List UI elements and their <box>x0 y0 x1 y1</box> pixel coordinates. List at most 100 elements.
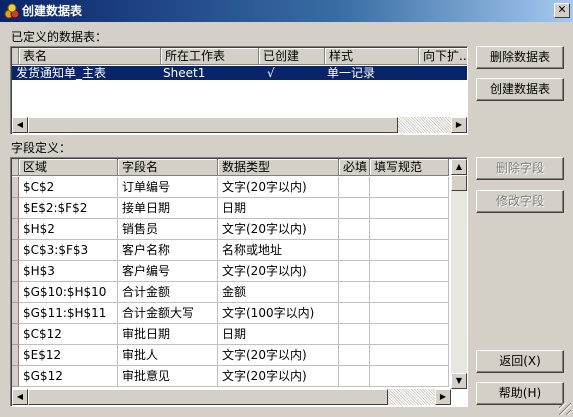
table-cell[interactable]: 金额 <box>218 282 339 303</box>
table-cell[interactable]: 审批人 <box>118 345 218 366</box>
column-header[interactable]: 样式 <box>325 48 419 65</box>
row-indicator[interactable] <box>12 324 19 345</box>
table-cell[interactable]: 文字(20字以内) <box>218 261 339 282</box>
table-cell[interactable]: $C$12 <box>19 324 118 345</box>
scroll-down-icon[interactable]: ▼ <box>451 373 467 389</box>
table-cell[interactable]: 合计金额 <box>118 282 218 303</box>
scroll-right-icon[interactable]: ▶ <box>451 117 467 133</box>
scroll-thumb[interactable] <box>28 389 388 405</box>
table-cell[interactable] <box>370 198 449 219</box>
row-indicator[interactable] <box>12 219 19 240</box>
row-indicator[interactable] <box>12 366 19 387</box>
close-button[interactable]: ✕ <box>554 3 570 18</box>
scroll-right-icon[interactable]: ▶ <box>435 389 451 405</box>
defined-tables-label: 已定义的数据表： <box>11 30 108 44</box>
table-cell[interactable] <box>370 324 449 345</box>
table-cell[interactable]: 日期 <box>218 324 339 345</box>
scroll-thumb[interactable] <box>451 175 467 191</box>
horizontal-scrollbar[interactable]: ◀ ▶ <box>12 117 467 133</box>
table-cell[interactable]: 合计金额大写 <box>118 303 218 324</box>
horizontal-scrollbar[interactable]: ◀ ▶ <box>12 389 451 405</box>
column-header[interactable]: 必填 <box>339 159 370 176</box>
table-cell[interactable]: 文字(100字以内) <box>218 303 339 324</box>
table-cell[interactable] <box>370 282 449 303</box>
fields-label: 字段定义： <box>11 141 72 155</box>
row-indicator[interactable] <box>12 282 19 303</box>
column-header[interactable]: 区域 <box>19 159 118 176</box>
help-button[interactable]: 帮助(H) <box>476 382 564 405</box>
column-header[interactable]: 数据类型 <box>218 159 339 176</box>
table-cell[interactable]: 文字(20字以内) <box>218 345 339 366</box>
table-cell[interactable] <box>339 345 370 366</box>
table-cell[interactable]: $G$12 <box>19 366 118 387</box>
table-cell[interactable] <box>370 177 449 198</box>
row-indicator[interactable] <box>12 240 19 261</box>
table-cell[interactable]: $C$2 <box>19 177 118 198</box>
table-cell[interactable]: 文字(20字以内) <box>218 219 339 240</box>
table-cell[interactable]: $G$10:$H$10 <box>19 282 118 303</box>
table-cell[interactable] <box>370 240 449 261</box>
table-cell[interactable]: 客户编号 <box>118 261 218 282</box>
table-cell[interactable] <box>339 177 370 198</box>
table-cell[interactable] <box>370 303 449 324</box>
row-indicator[interactable] <box>12 303 19 324</box>
row-indicator[interactable] <box>12 345 19 366</box>
table-cell[interactable] <box>339 324 370 345</box>
vertical-scrollbar[interactable]: ▲ ▼ <box>451 159 467 389</box>
modify-field-button[interactable]: 修改字段 <box>476 190 564 213</box>
scroll-thumb[interactable] <box>28 117 398 133</box>
table-cell[interactable]: $G$11:$H$11 <box>19 303 118 324</box>
app-icon <box>4 3 20 19</box>
column-header[interactable]: 已创建 <box>259 48 325 65</box>
table-cell[interactable]: 文字(20字以内) <box>218 366 339 387</box>
row-indicator[interactable] <box>12 198 19 219</box>
table-cell[interactable]: 接单日期 <box>118 198 218 219</box>
create-table-button[interactable]: 创建数据表 <box>476 78 564 101</box>
column-header[interactable]: 填写规范 <box>370 159 449 176</box>
column-header[interactable]: 向下扩... <box>419 48 467 65</box>
title-bar: 创建数据表 ✕ <box>0 0 573 22</box>
table-cell[interactable] <box>339 303 370 324</box>
table-cell[interactable]: 名称或地址 <box>218 240 339 261</box>
table-cell[interactable]: 审批意见 <box>118 366 218 387</box>
scroll-up-icon[interactable]: ▲ <box>451 159 467 175</box>
table-cell[interactable]: 客户名称 <box>118 240 218 261</box>
table-cell[interactable] <box>370 219 449 240</box>
table-cell[interactable]: $C$3:$F$3 <box>19 240 118 261</box>
column-header[interactable]: 表名 <box>19 48 161 65</box>
table-cell[interactable] <box>370 345 449 366</box>
table-cell[interactable]: 审批日期 <box>118 324 218 345</box>
resize-grip-icon[interactable] <box>559 403 571 415</box>
table-cell[interactable] <box>339 240 370 261</box>
table-cell[interactable]: 销售员 <box>118 219 218 240</box>
table-cell[interactable] <box>339 282 370 303</box>
table-cell[interactable] <box>370 261 449 282</box>
fields-grid[interactable]: 区域 字段名 数据类型 必填 填写规范 $C$2 订单编号 文字(20字以内) $E$… <box>10 157 468 407</box>
delete-table-button[interactable]: 删除数据表 <box>476 46 564 69</box>
table-cell[interactable]: $H$2 <box>19 219 118 240</box>
back-button[interactable]: 返回(X) <box>476 350 564 373</box>
table-cell[interactable]: $E$12 <box>19 345 118 366</box>
table-cell[interactable]: $H$3 <box>19 261 118 282</box>
row-indicator[interactable] <box>12 261 19 282</box>
table-cell[interactable] <box>339 198 370 219</box>
column-header[interactable]: 所在工作表 <box>161 48 259 65</box>
scroll-left-icon[interactable]: ◀ <box>12 117 28 133</box>
table-cell[interactable]: $E$2:$F$2 <box>19 198 118 219</box>
row-indicator-header <box>12 48 19 65</box>
table-cell: 发货通知单_主表 <box>16 66 107 80</box>
row-indicator[interactable] <box>12 177 19 198</box>
table-cell[interactable] <box>370 366 449 387</box>
table-cell[interactable]: 订单编号 <box>118 177 218 198</box>
row-indicator-header <box>12 159 19 176</box>
column-header[interactable]: 字段名 <box>118 159 218 176</box>
scroll-left-icon[interactable]: ◀ <box>12 389 28 405</box>
table-cell[interactable]: 日期 <box>218 198 339 219</box>
delete-field-button[interactable]: 删除字段 <box>476 157 564 180</box>
table-cell[interactable] <box>339 366 370 387</box>
table-cell[interactable] <box>339 261 370 282</box>
table-cell[interactable] <box>339 219 370 240</box>
defined-tables-grid[interactable]: 表名 所在工作表 已创建 样式 向下扩... 发货通知单_主表 Sheet1 √… <box>10 46 468 135</box>
table-row[interactable]: 发货通知单_主表 Sheet1 √ 单一记录 <box>12 66 467 80</box>
table-cell[interactable]: 文字(20字以内) <box>218 177 339 198</box>
